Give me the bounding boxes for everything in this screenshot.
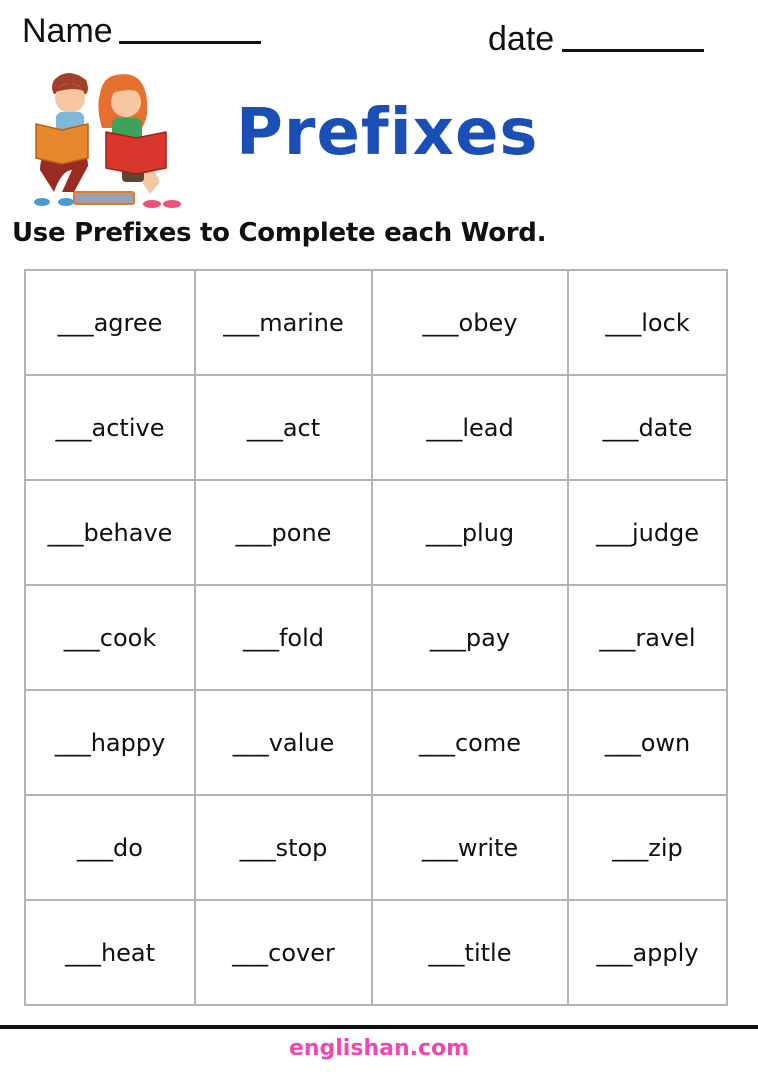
name-field: Name — [22, 12, 261, 51]
word-cell[interactable]: ___come — [371, 689, 569, 796]
word-cell[interactable]: ___apply — [567, 899, 728, 1006]
name-blank-line[interactable] — [118, 41, 261, 44]
word-cell[interactable]: ___stop — [194, 794, 373, 901]
boy-figure — [34, 73, 89, 206]
word-cell[interactable]: ___value — [194, 689, 373, 796]
word-cell[interactable]: ___heat — [24, 899, 196, 1006]
prefix-word-grid: ___agree ___marine ___obey ___lock ___active… — [24, 269, 728, 1006]
word-cell[interactable]: ___agree — [24, 269, 196, 376]
name-label: Name — [22, 12, 113, 50]
word-cell[interactable]: ___fold — [194, 584, 373, 691]
date-label: date — [488, 20, 555, 58]
word-cell[interactable]: ___title — [371, 899, 569, 1006]
word-cell[interactable]: ___zip — [567, 794, 728, 901]
grid-row: ___behave ___pone ___plug ___judge — [24, 479, 728, 586]
word-cell[interactable]: ___behave — [24, 479, 196, 586]
word-cell[interactable]: ___active — [24, 374, 196, 481]
footer-site-link[interactable]: englishan.com — [0, 1036, 758, 1061]
girl-figure — [98, 74, 181, 208]
footer-divider — [0, 1025, 758, 1029]
date-field: date — [488, 20, 705, 59]
word-cell[interactable]: ___pay — [371, 584, 569, 691]
word-cell[interactable]: ___lock — [567, 269, 728, 376]
word-cell[interactable]: ___ravel — [567, 584, 728, 691]
word-cell[interactable]: ___act — [194, 374, 373, 481]
grid-row: ___heat ___cover ___title ___apply — [24, 899, 728, 1006]
word-cell[interactable]: ___judge — [567, 479, 728, 586]
word-cell[interactable]: ___happy — [24, 689, 196, 796]
grid-row: ___happy ___value ___come ___own — [24, 689, 728, 796]
book-stack-icon — [73, 191, 135, 205]
date-blank-line[interactable] — [562, 49, 705, 52]
word-cell[interactable]: ___cook — [24, 584, 196, 691]
page-title: Prefixes — [236, 96, 539, 170]
grid-row: ___do ___stop ___write ___zip — [24, 794, 728, 901]
word-cell[interactable]: ___write — [371, 794, 569, 901]
word-cell[interactable]: ___obey — [371, 269, 569, 376]
instructions: Use Prefixes to Complete each Word. — [12, 218, 547, 248]
word-cell[interactable]: ___date — [567, 374, 728, 481]
word-cell[interactable]: ___pone — [194, 479, 373, 586]
word-cell[interactable]: ___do — [24, 794, 196, 901]
word-cell[interactable]: ___lead — [371, 374, 569, 481]
grid-row: ___cook ___fold ___pay ___ravel — [24, 584, 728, 691]
word-cell[interactable]: ___marine — [194, 269, 373, 376]
word-cell[interactable]: ___plug — [371, 479, 569, 586]
children-reading-illustration — [34, 73, 181, 208]
grid-row: ___agree ___marine ___obey ___lock — [24, 269, 728, 376]
grid-row: ___active ___act ___lead ___date — [24, 374, 728, 481]
word-cell[interactable]: ___own — [567, 689, 728, 796]
word-cell[interactable]: ___cover — [194, 899, 373, 1006]
